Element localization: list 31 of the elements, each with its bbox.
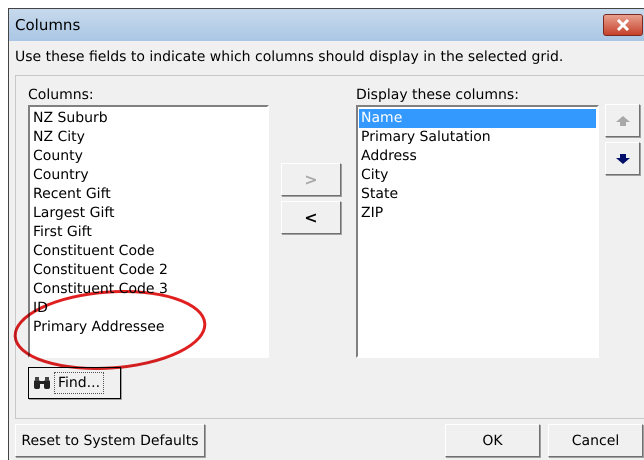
instruction-text: Use these fields to indicate which columns should display in the selected grid. — [15, 49, 564, 67]
up-arrow-icon — [616, 116, 630, 126]
list-item[interactable]: Address — [359, 147, 596, 166]
display-columns-list[interactable]: Name Primary Salutation Address City State ZIP — [356, 105, 599, 358]
binoculars-icon — [33, 376, 51, 390]
list-item[interactable]: NZ Suburb — [31, 109, 266, 128]
list-item[interactable]: State — [359, 185, 596, 204]
move-down-button[interactable] — [605, 142, 640, 175]
list-item[interactable]: Constituent Code — [31, 242, 266, 261]
find-button[interactable]: Find... — [28, 367, 121, 399]
list-item[interactable]: City — [359, 166, 596, 185]
list-item[interactable]: Country — [31, 166, 266, 185]
close-icon — [616, 19, 630, 31]
dialog-button[interactable]: OK — [445, 424, 540, 457]
move-button[interactable]: < — [281, 201, 341, 234]
list-item[interactable]: Largest Gift — [31, 204, 266, 223]
dialog-button[interactable]: Cancel — [548, 424, 643, 457]
list-item[interactable]: Primary Addressee — [31, 318, 266, 337]
list-item[interactable]: Recent Gift — [31, 185, 266, 204]
window-title: Columns — [15, 16, 80, 34]
dialog-button[interactable]: Reset to System Defaults — [15, 424, 205, 457]
list-item[interactable]: Primary Salutation — [359, 128, 596, 147]
list-item[interactable]: ZIP — [359, 204, 596, 223]
list-item[interactable]: County — [31, 147, 266, 166]
list-label: Columns: — [28, 86, 94, 105]
down-arrow-icon — [616, 154, 630, 164]
list-item[interactable]: NZ City — [31, 128, 266, 147]
close-button[interactable] — [603, 14, 643, 36]
list-item[interactable]: Constituent Code 2 — [31, 261, 266, 280]
list-item[interactable]: First Gift — [31, 223, 266, 242]
list-label: Display these columns: — [356, 86, 519, 105]
